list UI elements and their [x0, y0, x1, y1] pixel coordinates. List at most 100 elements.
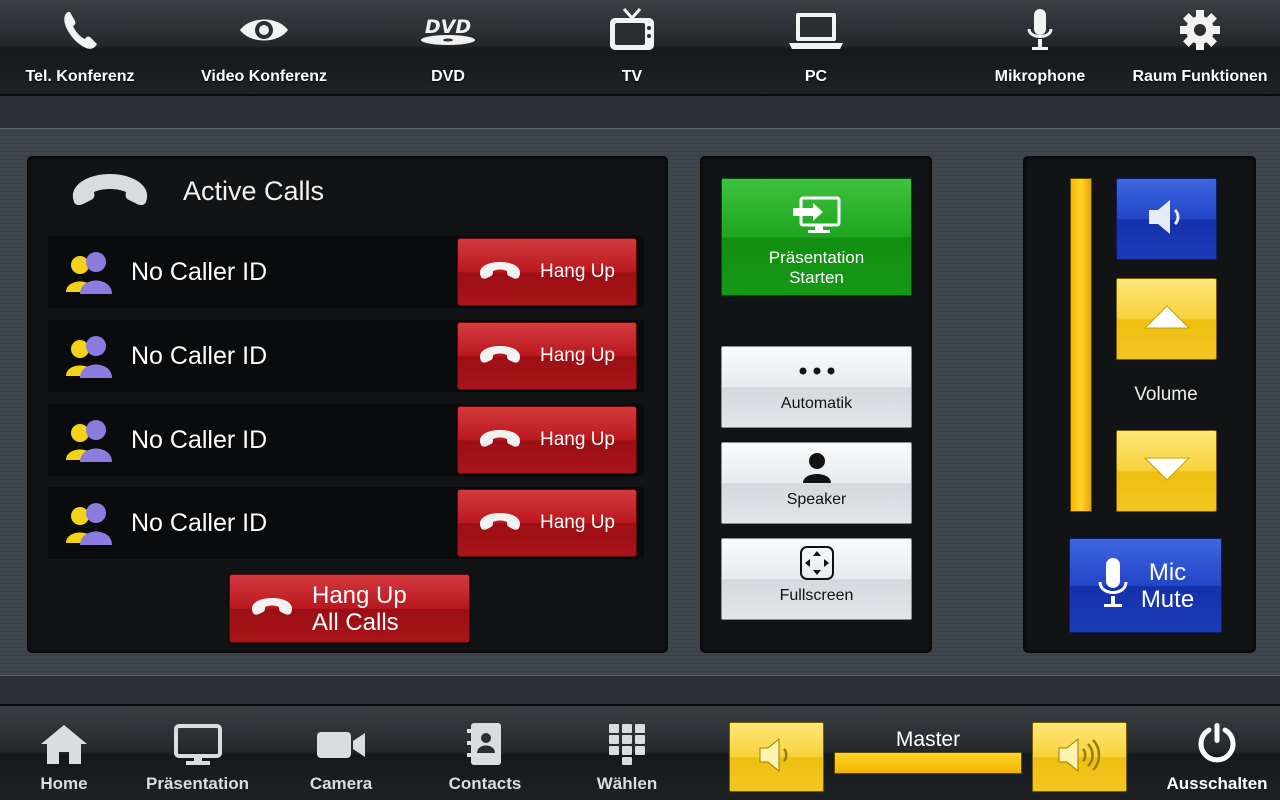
volume-speaker-button[interactable]	[1116, 178, 1217, 260]
fullscreen-label: Fullscreen	[779, 587, 854, 604]
nav-label: Tel. Konferenz	[25, 68, 135, 85]
arrow-up-icon	[1143, 304, 1191, 335]
users-icon	[66, 418, 116, 469]
users-icon	[66, 501, 116, 552]
speaker-label: Speaker	[786, 491, 847, 508]
presentation-panel: Präsentation Starten Automatik Speaker F…	[699, 155, 933, 654]
nav-camera[interactable]: Camera	[296, 706, 386, 800]
mic-mute-button[interactable]: Mic Mute	[1069, 538, 1222, 633]
gear-icon	[1178, 0, 1222, 60]
monitor-icon	[173, 706, 223, 774]
volume-label: Volume	[1134, 384, 1198, 405]
hang-up-label: Hang Up	[540, 429, 615, 450]
nav-label: TV	[621, 68, 643, 85]
power-icon	[1195, 706, 1239, 774]
master-label: Master	[895, 728, 961, 751]
contacts-icon	[465, 706, 505, 774]
hang-up-all-label: Hang Up All Calls	[312, 582, 407, 636]
mic-mute-label: Mic Mute	[1140, 558, 1195, 613]
tv-icon	[607, 0, 657, 60]
handset-icon	[478, 260, 522, 285]
volume-down-button[interactable]	[1116, 430, 1217, 512]
hang-up-button[interactable]: Hang Up	[457, 322, 637, 390]
caller-id: No Caller ID	[131, 342, 268, 370]
nav-label: Wählen	[596, 774, 658, 793]
nav-contacts[interactable]: Contacts	[440, 706, 530, 800]
svg-text:DVD: DVD	[425, 16, 471, 38]
person-icon	[801, 443, 833, 491]
top-nav-bar: Tel. Konferenz Video Konferenz DVD DVD T…	[0, 0, 1280, 96]
hang-up-all-line2: All Calls	[312, 608, 399, 636]
volume-level-bar[interactable]	[1070, 178, 1092, 512]
nav-label: Präsentation	[146, 774, 249, 793]
nav-praesentation[interactable]: Präsentation	[140, 706, 255, 800]
nav-label: Camera	[309, 774, 373, 793]
master-volume-up-button[interactable]	[1032, 722, 1127, 792]
more-dots-icon	[797, 347, 837, 395]
automatik-button[interactable]: Automatik	[721, 346, 912, 428]
nav-label: Home	[40, 774, 88, 793]
arrow-down-icon	[1143, 456, 1191, 487]
microphone-icon	[1025, 0, 1055, 60]
hang-up-button[interactable]: Hang Up	[457, 489, 637, 557]
nav-dvd[interactable]: DVD DVD	[368, 0, 528, 96]
call-row: No Caller ID Hang Up	[48, 487, 644, 559]
automatik-label: Automatik	[780, 395, 853, 412]
caller-id: No Caller ID	[131, 426, 268, 454]
active-calls-title: Active Calls	[183, 176, 325, 206]
call-row: No Caller ID Hang Up	[48, 404, 644, 476]
call-row: No Caller ID Hang Up	[48, 236, 644, 308]
users-icon	[66, 250, 116, 301]
master-volume-bar[interactable]	[834, 752, 1022, 774]
hang-up-button[interactable]: Hang Up	[457, 238, 637, 306]
nav-home[interactable]: Home	[24, 706, 104, 800]
hang-up-button[interactable]: Hang Up	[457, 406, 637, 474]
speaker-low-icon	[757, 735, 797, 780]
fullscreen-button[interactable]: Fullscreen	[721, 538, 912, 620]
master-volume-down-button[interactable]	[729, 722, 824, 792]
nav-label: Video Konferenz	[201, 68, 327, 85]
active-calls-panel: Active Calls No Caller ID Hang Up No Cal…	[26, 155, 669, 654]
nav-pc[interactable]: PC	[736, 0, 896, 96]
power-off-button[interactable]: Ausschalten	[1162, 706, 1272, 800]
camera-icon	[315, 706, 367, 774]
speaker-high-icon	[1056, 735, 1104, 780]
users-icon	[66, 334, 116, 385]
caller-id: No Caller ID	[131, 258, 268, 286]
hang-up-label: Hang Up	[540, 261, 615, 282]
hang-up-all-button[interactable]: Hang Up All Calls	[229, 574, 470, 643]
nav-tel-konferenz[interactable]: Tel. Konferenz	[0, 0, 160, 96]
nav-label: Contacts	[448, 774, 522, 793]
dvd-icon: DVD	[417, 0, 479, 60]
hang-up-all-line1: Hang Up	[312, 581, 407, 609]
nav-video-konferenz[interactable]: Video Konferenz	[184, 0, 344, 96]
volume-panel: Volume Mic Mute	[1022, 155, 1257, 654]
main-area: Active Calls No Caller ID Hang Up No Cal…	[0, 128, 1280, 676]
nav-waehlen[interactable]: Wählen	[586, 706, 668, 800]
nav-label: Raum Funktionen	[1132, 68, 1268, 85]
handset-icon	[478, 344, 522, 369]
keypad-icon	[607, 706, 647, 774]
nav-tv[interactable]: TV	[552, 0, 712, 96]
laptop-icon	[786, 0, 846, 60]
hang-up-label: Hang Up	[540, 512, 615, 533]
handset-icon	[67, 170, 153, 215]
presentation-start-label: Präsentation Starten	[768, 248, 865, 287]
volume-up-button[interactable]	[1116, 278, 1217, 360]
nav-label: PC	[804, 68, 828, 85]
home-icon	[39, 706, 89, 774]
nav-raum-funktionen[interactable]: Raum Funktionen	[1120, 0, 1280, 96]
power-label: Ausschalten	[1166, 774, 1268, 793]
handset-icon	[478, 511, 522, 536]
nav-label: DVD	[431, 68, 465, 85]
nav-label: Mikrophone	[994, 68, 1086, 85]
fullscreen-icon	[799, 539, 835, 587]
presentation-start-button[interactable]: Präsentation Starten	[721, 178, 912, 296]
microphone-icon	[1097, 556, 1129, 615]
caller-id: No Caller ID	[131, 509, 268, 537]
screen-input-icon	[791, 195, 843, 240]
eye-icon	[238, 0, 290, 60]
nav-mikrophone[interactable]: Mikrophone	[960, 0, 1120, 96]
speaker-button[interactable]: Speaker	[721, 442, 912, 524]
handset-icon	[250, 596, 294, 621]
